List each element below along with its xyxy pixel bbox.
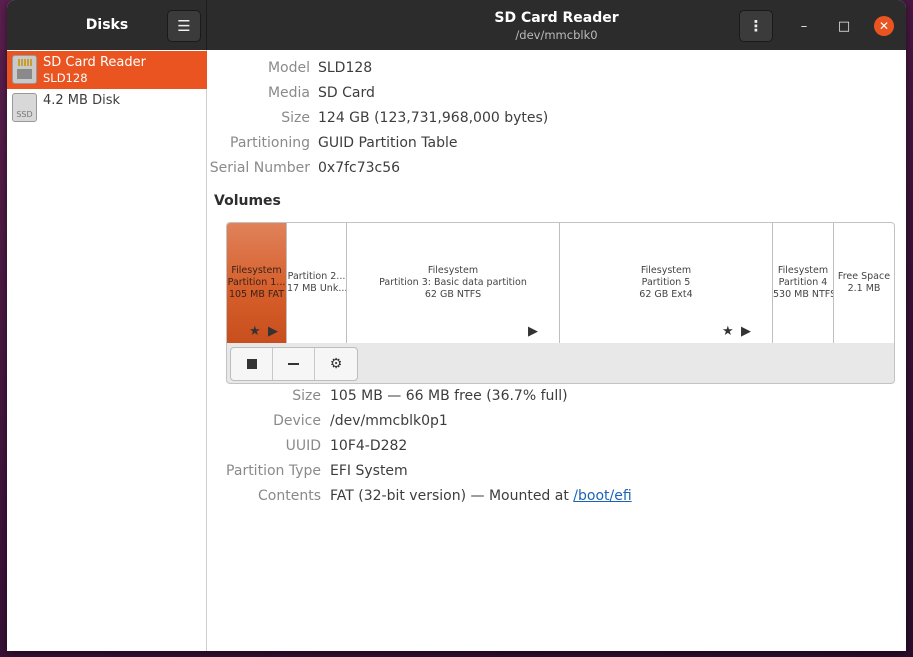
star-icon: ★ (249, 324, 261, 339)
header-bar: Disks ☰ SD Card Reader /dev/mmcblk0 ⋮ – … (7, 0, 906, 50)
partition-settings-button[interactable]: ⚙ (315, 348, 357, 380)
partition-type-label: Partition Type (226, 463, 321, 479)
ssd-disk-icon: SSD (12, 93, 37, 122)
volume-toolbar: ⚙ (230, 347, 358, 381)
uuid-label: UUID (285, 438, 321, 454)
maximize-button[interactable]: □ (834, 16, 854, 36)
app-menu-button[interactable]: ☰ (167, 10, 201, 42)
delete-partition-button[interactable] (273, 348, 315, 380)
minimize-button[interactable]: – (794, 16, 814, 36)
sidebar-item-4-2-mb-disk[interactable]: SSD 4.2 MB Disk (7, 89, 207, 127)
media-label: Media (267, 85, 310, 101)
vertical-dots-icon: ⋮ (748, 17, 764, 35)
partition-2[interactable]: Partition 2... 17 MB Unk... (287, 223, 347, 343)
sidebar-item-label: 4.2 MB Disk (43, 93, 120, 108)
play-icon: ▶ (528, 324, 538, 339)
disks-window: Disks ☰ SD Card Reader /dev/mmcblk0 ⋮ – … (7, 0, 906, 651)
minus-icon (288, 363, 299, 365)
partition-1[interactable]: Filesystem Partition 1... 105 MB FAT ★ ▶ (227, 223, 287, 343)
gears-icon: ⚙ (329, 356, 343, 372)
partition-4[interactable]: Filesystem Partition 4 530 MB NTFS (773, 223, 834, 343)
volume-size-value: 105 MB — 66 MB free (36.7% full) (330, 388, 568, 404)
model-value: SLD128 (318, 60, 373, 76)
drive-menu-button[interactable]: ⋮ (739, 10, 773, 42)
play-icon: ▶ (268, 324, 278, 339)
contents-value: FAT (32-bit version) — Mounted at /boot/… (330, 488, 632, 504)
sidebar-item-sd-card-reader[interactable]: SD Card Reader SLD128 (7, 51, 207, 89)
volumes-heading: Volumes (214, 193, 281, 209)
contents-label: Contents (258, 488, 321, 504)
partitioning-value: GUID Partition Table (318, 135, 458, 151)
serial-value: 0x7fc73c56 (318, 160, 401, 176)
drive-details: Model SLD128 Media SD Card Size 124 GB (… (208, 50, 906, 651)
partition-3[interactable]: Filesystem Partition 3: Basic data parti… (347, 223, 560, 343)
device-value: /dev/mmcblk0p1 (330, 413, 448, 429)
hamburger-menu-icon: ☰ (177, 17, 191, 35)
stop-icon (246, 359, 257, 369)
size-value: 124 GB (123,731,968,000 bytes) (318, 110, 549, 126)
sidebar-item-sublabel: SLD128 (43, 71, 88, 85)
free-space[interactable]: Free Space 2.1 MB (834, 223, 894, 343)
serial-label: Serial Number (209, 160, 310, 176)
minimize-icon: – (800, 18, 808, 34)
partition-type-value: EFI System (330, 463, 408, 479)
unmount-button[interactable] (231, 348, 273, 380)
partition-strip: Filesystem Partition 1... 105 MB FAT ★ ▶… (227, 223, 894, 343)
partitioning-label: Partitioning (230, 135, 310, 151)
size-label: Size (281, 110, 310, 126)
maximize-icon: □ (837, 18, 851, 34)
sidebar-header: Disks ☰ (7, 0, 207, 50)
play-icon: ▶ (741, 324, 751, 339)
uuid-value: 10F4-D282 (330, 438, 408, 454)
device-label: Device (273, 413, 321, 429)
star-icon: ★ (722, 324, 734, 339)
sidebar: SD Card Reader SLD128 SSD 4.2 MB Disk (7, 50, 207, 651)
volumes-map: Filesystem Partition 1... 105 MB FAT ★ ▶… (226, 222, 895, 384)
mount-point-link[interactable]: /boot/efi (573, 488, 631, 504)
close-icon: ✕ (878, 19, 890, 33)
volume-size-label: Size (292, 388, 321, 404)
sd-card-icon (12, 55, 37, 84)
close-button[interactable]: ✕ (874, 16, 894, 36)
sidebar-item-label: SD Card Reader (43, 55, 146, 70)
partition-5[interactable]: Filesystem Partition 5 62 GB Ext4 ★ ▶ (560, 223, 773, 343)
media-value: SD Card (318, 85, 375, 101)
model-label: Model (267, 60, 310, 76)
